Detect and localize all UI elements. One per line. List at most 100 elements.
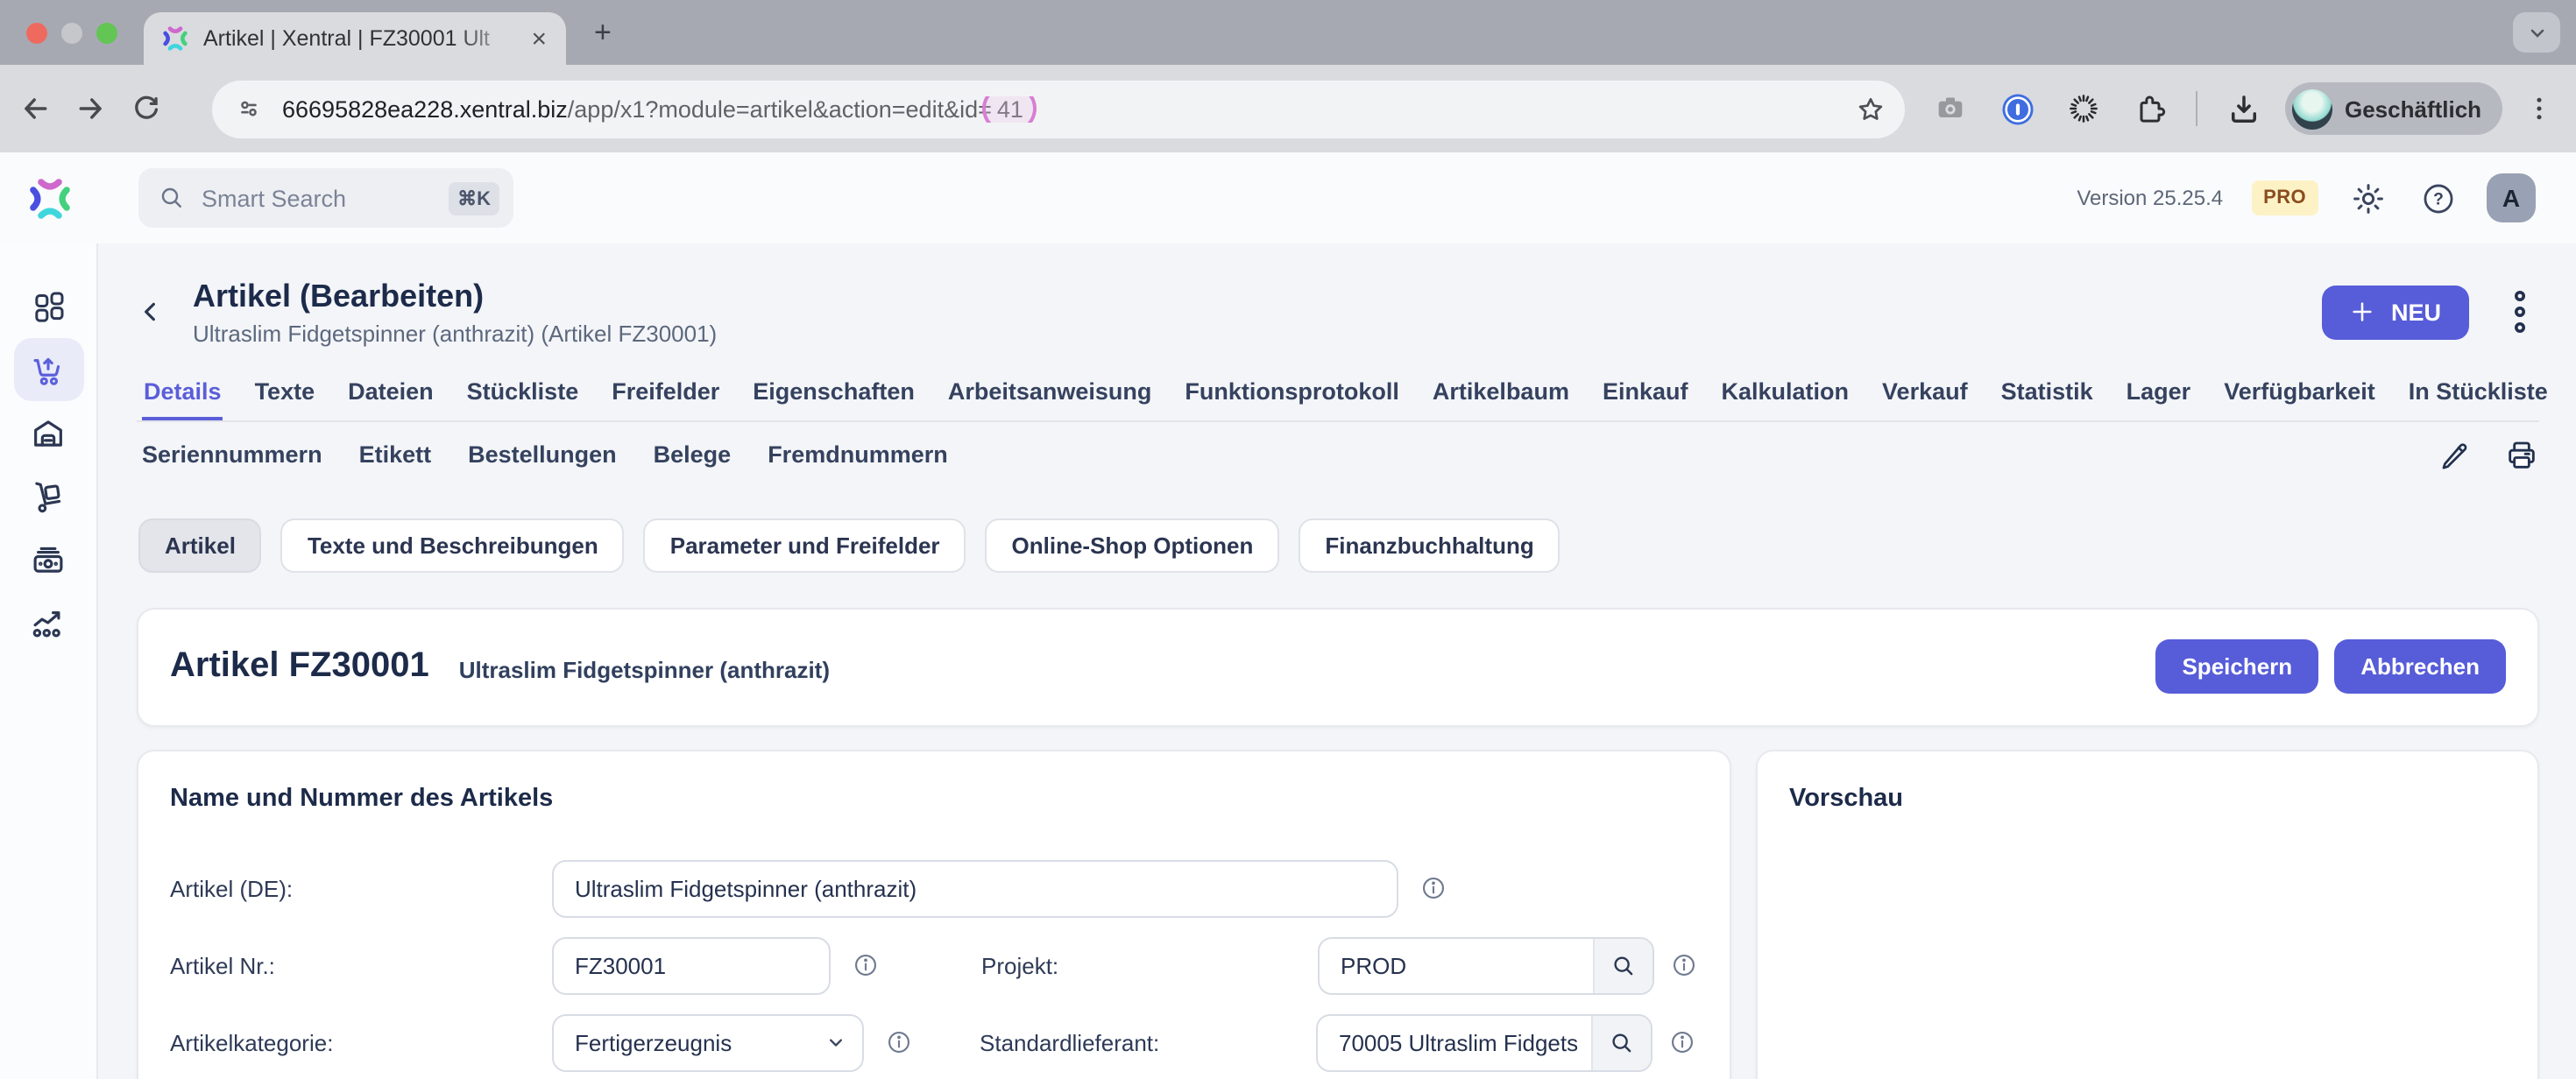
standardlieferant-input[interactable]: [1318, 1015, 1591, 1069]
artikelkategorie-select[interactable]: [552, 1013, 864, 1071]
profile-avatar: [2292, 88, 2332, 129]
article-card-title: Artikel FZ30001: [170, 646, 429, 687]
extensions-puzzle-icon[interactable]: [2129, 88, 2171, 130]
app-header: Smart Search ⌘K Version 25.25.4 PRO ? A: [0, 152, 2576, 243]
page-subtitle: Ultraslim Fidgetspinner (anthrazit) (Art…: [193, 320, 717, 346]
bookmark-star-icon[interactable]: [1854, 92, 1887, 125]
sidebar-item-finance[interactable]: [13, 527, 83, 590]
sidebar-item-dashboard[interactable]: [13, 275, 83, 338]
tab-in-stueckliste[interactable]: In Stückliste: [2407, 370, 2550, 420]
tab-lager[interactable]: Lager: [2125, 370, 2193, 420]
standardlieferant-search-icon[interactable]: [1591, 1015, 1651, 1069]
browser-tabstrip: Artikel | Xentral | FZ30001 Ult × +: [0, 0, 2576, 65]
settings-gear-icon[interactable]: [2346, 177, 2388, 219]
projekt-search-icon[interactable]: [1593, 938, 1652, 992]
pill-artikel[interactable]: Artikel: [138, 518, 262, 572]
app-main: Artikel (Bearbeiten) Ultraslim Fidgetspi…: [0, 243, 2576, 1079]
window-zoom-button[interactable]: [96, 22, 117, 43]
tab-texte[interactable]: Texte: [253, 370, 317, 420]
tab-bar-secondary: Seriennummern Etikett Bestellungen Beleg…: [137, 437, 2539, 472]
tab-dateien[interactable]: Dateien: [346, 370, 435, 420]
site-settings-icon[interactable]: [233, 93, 265, 124]
tab-belege[interactable]: Belege: [654, 441, 732, 468]
info-icon[interactable]: [852, 951, 880, 979]
starburst-extension-icon[interactable]: [2063, 88, 2105, 130]
page-title: Artikel (Bearbeiten): [193, 279, 717, 314]
artikel-nr-label: Artikel Nr.:: [170, 952, 552, 978]
new-tab-button[interactable]: +: [584, 14, 622, 51]
browser-profile-button[interactable]: Geschäftlich: [2285, 82, 2502, 135]
new-article-button[interactable]: NEU: [2323, 286, 2469, 340]
tab-fremdnummern[interactable]: Fremdnummern: [768, 441, 948, 468]
password-manager-icon[interactable]: [1996, 88, 2038, 130]
tab-verkauf[interactable]: Verkauf: [1880, 370, 1970, 420]
artikel-nr-input[interactable]: [552, 936, 831, 994]
tab-bestellungen[interactable]: Bestellungen: [468, 441, 617, 468]
tab-details[interactable]: Details: [142, 370, 223, 420]
tab-title: Artikel | Xentral | FZ30001 Ult: [203, 26, 526, 51]
pill-online-shop-optionen[interactable]: Online-Shop Optionen: [986, 518, 1280, 572]
url-path: /app/x1?module=artikel&action=edit&id=: [568, 95, 992, 122]
form-row-kategorie-lieferant: Artikelkategorie: Standardlieferant:: [170, 1013, 1698, 1071]
search-placeholder: Smart Search: [202, 185, 449, 211]
sidebar-item-warehouse[interactable]: [13, 401, 83, 464]
downloads-icon[interactable]: [2222, 88, 2264, 130]
tab-kalkulation[interactable]: Kalkulation: [1720, 370, 1851, 420]
page-kebab-menu-icon[interactable]: [2501, 290, 2539, 335]
form-row-artikel-nr-projekt: Artikel Nr.: Projekt:: [170, 936, 1698, 994]
tab-seriennummern[interactable]: Seriennummern: [142, 441, 322, 468]
info-icon[interactable]: [1670, 951, 1698, 979]
tab-etikett[interactable]: Etikett: [359, 441, 432, 468]
tab-close-icon[interactable]: ×: [526, 24, 552, 53]
section-title: Name und Nummer des Artikels: [170, 784, 1698, 812]
tab-arbeitsanweisung[interactable]: Arbeitsanweisung: [946, 370, 1154, 420]
standardlieferant-label: Standardlieferant:: [980, 1029, 1214, 1055]
search-icon: [158, 184, 186, 212]
preview-card: Vorschau: [1756, 749, 2539, 1079]
standardlieferant-field: [1316, 1013, 1652, 1071]
print-icon[interactable]: [2504, 437, 2539, 472]
smart-search-input[interactable]: Smart Search ⌘K: [138, 168, 513, 228]
chevron-down-icon: [810, 1030, 862, 1054]
save-button[interactable]: Speichern: [2155, 639, 2318, 694]
svg-text:?: ?: [2432, 190, 2443, 208]
window-close-button[interactable]: [26, 22, 47, 43]
pill-finanzbuchhaltung[interactable]: Finanzbuchhaltung: [1299, 518, 1560, 572]
user-avatar[interactable]: A: [2487, 173, 2536, 222]
info-icon[interactable]: [885, 1028, 913, 1056]
url-bar[interactable]: 66695828ea228.xentral.biz/app/x1?module=…: [212, 80, 1905, 138]
sidebar-item-logistics[interactable]: [13, 464, 83, 527]
browser-tab-active[interactable]: Artikel | Xentral | FZ30001 Ult ×: [144, 12, 566, 65]
camera-extension-icon[interactable]: [1929, 88, 1971, 130]
window-minimize-button[interactable]: [61, 22, 82, 43]
tab-eigenschaften[interactable]: Eigenschaften: [751, 370, 916, 420]
tab-statistik[interactable]: Statistik: [1999, 370, 2095, 420]
back-chevron-icon[interactable]: [137, 299, 182, 327]
tab-search-chevron-icon[interactable]: [2513, 12, 2560, 53]
forward-icon[interactable]: [74, 88, 109, 130]
tab-stueckliste[interactable]: Stückliste: [465, 370, 581, 420]
pill-parameter-und-freifelder[interactable]: Parameter und Freifelder: [644, 518, 966, 572]
xentral-logo-icon[interactable]: [0, 174, 98, 222]
tab-freifelder[interactable]: Freifelder: [610, 370, 721, 420]
tab-einkauf[interactable]: Einkauf: [1601, 370, 1690, 420]
sidebar-item-sales-cart[interactable]: [13, 338, 83, 401]
info-icon[interactable]: [1419, 874, 1447, 902]
back-icon[interactable]: [18, 88, 53, 130]
cancel-button[interactable]: Abbrechen: [2334, 639, 2506, 694]
tab-verfuegbarkeit[interactable]: Verfügbarkeit: [2222, 370, 2377, 420]
window-controls: [26, 22, 117, 43]
sidebar-nav: [0, 243, 98, 1079]
projekt-input[interactable]: [1320, 938, 1593, 992]
tab-funktionsprotokoll[interactable]: Funktionsprotokoll: [1183, 370, 1401, 420]
pill-texte-und-beschreibungen[interactable]: Texte und Beschreibungen: [281, 518, 625, 572]
info-icon[interactable]: [1668, 1028, 1696, 1056]
help-icon[interactable]: ?: [2417, 177, 2459, 219]
url-id-annotated: 41: [992, 95, 1029, 122]
edit-pencil-icon[interactable]: [2438, 438, 2471, 471]
tab-artikelbaum[interactable]: Artikelbaum: [1431, 370, 1571, 420]
sidebar-item-statistics[interactable]: [13, 590, 83, 653]
browser-menu-kebab-icon[interactable]: [2523, 88, 2555, 130]
artikel-de-input[interactable]: [552, 859, 1398, 917]
reload-icon[interactable]: [130, 88, 163, 130]
